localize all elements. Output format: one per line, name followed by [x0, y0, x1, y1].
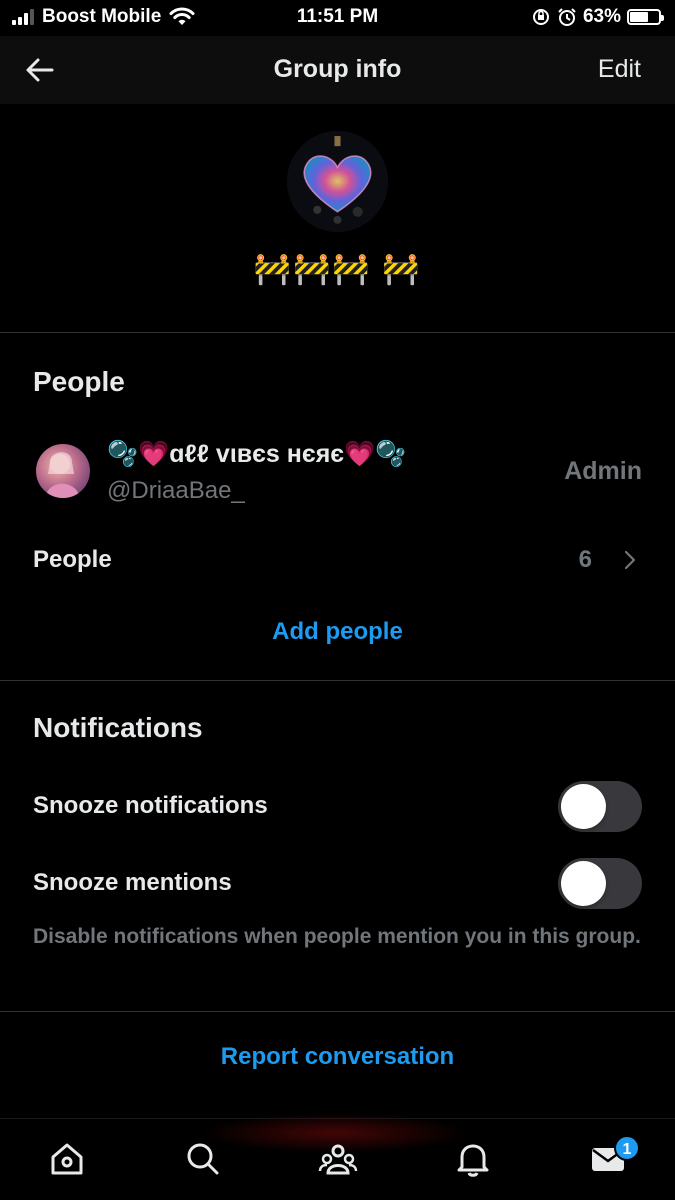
bottom-tab-bar: [0, 1113, 675, 1200]
notifications-section-title: Notifications: [33, 712, 203, 743]
divider: [0, 1011, 675, 1012]
battery-percent: 63%: [582, 6, 621, 27]
alarm-icon: [558, 8, 576, 26]
battery-icon: [627, 9, 664, 25]
edit-button[interactable]: Edit: [598, 55, 641, 84]
page-title: Group info: [273, 55, 402, 83]
heart-image: [287, 131, 388, 232]
add-people-button[interactable]: Add people: [0, 618, 675, 646]
member-handle[interactable]: @DriaaBae_: [107, 477, 245, 505]
snooze-mentions-helper-text: Disable notifications when people mentio…: [33, 925, 641, 948]
people-count[interactable]: 6: [579, 546, 592, 574]
notifications-bell-icon[interactable]: [453, 1139, 493, 1179]
divider: [0, 332, 675, 333]
divider: [0, 680, 675, 681]
member-display-name[interactable]: 🫧💗ɑℓℓ vιвєѕ нєяє💗🫧: [107, 440, 406, 469]
chevron-right-icon[interactable]: [623, 549, 637, 571]
rotation-lock-icon: [532, 9, 549, 25]
member-avatar[interactable]: [36, 444, 90, 498]
search-icon[interactable]: [183, 1139, 223, 1179]
messages-unread-badge: 1: [614, 1135, 640, 1161]
people-row-label[interactable]: People: [33, 546, 112, 574]
status-bar: Boost Mobile 11:51 PM 63%: [0, 0, 675, 36]
report-conversation-button[interactable]: Report conversation: [0, 1043, 675, 1071]
group-avatar[interactable]: [287, 131, 388, 232]
snooze-mentions-toggle[interactable]: [558, 858, 642, 909]
snooze-notifications-toggle[interactable]: [558, 781, 642, 832]
communities-icon[interactable]: [318, 1139, 358, 1179]
nav-header: Group info Edit: [0, 36, 675, 104]
member-role-badge: Admin: [564, 457, 642, 485]
people-section-title: People: [33, 366, 125, 397]
snooze-mentions-label: Snooze mentions: [33, 869, 232, 896]
group-name: 🚧🚧🚧 🚧: [253, 253, 422, 286]
home-icon[interactable]: [47, 1139, 87, 1179]
snooze-notifications-label: Snooze notifications: [33, 792, 268, 819]
